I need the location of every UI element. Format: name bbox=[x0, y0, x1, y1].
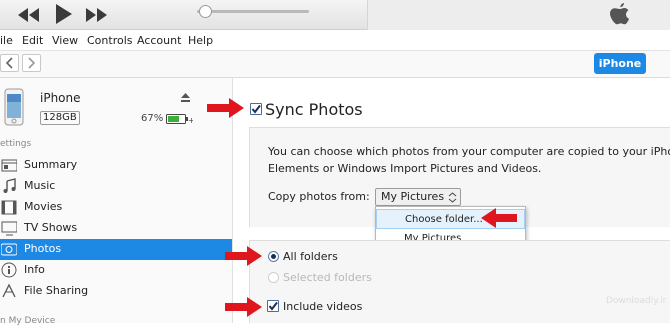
battery-charging-icon: + bbox=[166, 114, 193, 125]
sidebar-item-tv-shows[interactable]: TV Shows bbox=[0, 218, 232, 239]
sidebar-item-label: Info bbox=[24, 263, 45, 276]
play-icon[interactable] bbox=[56, 4, 72, 24]
sidebar-item-label: Music bbox=[24, 179, 56, 192]
include-videos-checkbox[interactable] bbox=[267, 300, 279, 312]
red-arrow-icon bbox=[207, 98, 244, 118]
menu-bar: ile Edit View Controls Account Help bbox=[0, 30, 670, 51]
sync-photos-checkbox[interactable] bbox=[250, 103, 262, 115]
sidebar-item-label: File Sharing bbox=[24, 284, 89, 297]
battery-percentage: 67% bbox=[141, 113, 164, 124]
menu-account[interactable]: Account bbox=[137, 34, 181, 47]
chevron-right-icon bbox=[28, 57, 36, 69]
sync-description-line: You can choose which photos from your co… bbox=[268, 145, 670, 158]
menu-file[interactable]: ile bbox=[0, 34, 13, 47]
include-videos-label[interactable]: Include videos bbox=[283, 300, 362, 313]
summary-icon bbox=[1, 159, 17, 172]
sidebar-item-label: Movies bbox=[24, 200, 63, 213]
sidebar-item-info[interactable]: Info bbox=[0, 260, 232, 281]
on-my-device-heading: n My Device bbox=[0, 316, 56, 326]
sidebar-item-file-sharing[interactable]: File Sharing bbox=[0, 281, 232, 302]
device-name: iPhone bbox=[40, 91, 81, 105]
capacity-badge: 128GB bbox=[40, 111, 80, 125]
chevron-left-icon bbox=[5, 57, 13, 69]
sync-photos-label[interactable]: Sync Photos bbox=[265, 100, 363, 119]
sidebar-item-summary[interactable]: Summary bbox=[0, 155, 232, 176]
menu-view[interactable]: View bbox=[52, 34, 78, 47]
file-sharing-icon bbox=[2, 283, 16, 298]
sidebar-item-label: Summary bbox=[24, 158, 78, 171]
radio-dot-icon bbox=[271, 254, 276, 259]
sync-description-line: Elements or Windows Import Pictures and … bbox=[268, 162, 542, 175]
menu-help[interactable]: Help bbox=[188, 34, 213, 47]
red-arrow-icon bbox=[225, 246, 262, 266]
back-button[interactable] bbox=[0, 54, 19, 72]
info-icon bbox=[1, 262, 17, 278]
volume-slider[interactable] bbox=[197, 10, 309, 13]
all-folders-radio[interactable] bbox=[268, 251, 279, 262]
eject-icon[interactable] bbox=[180, 92, 191, 103]
svg-text:+: + bbox=[188, 116, 193, 125]
rewind-icon[interactable] bbox=[18, 8, 40, 22]
watermark: Downloadly.ir bbox=[606, 296, 667, 306]
tv-icon bbox=[1, 221, 17, 236]
sidebar-item-movies[interactable]: Movies bbox=[0, 197, 232, 218]
settings-heading: ettings bbox=[0, 139, 32, 149]
menu-edit[interactable]: Edit bbox=[22, 34, 43, 47]
copy-photos-from-label: Copy photos from: bbox=[268, 190, 370, 203]
now-playing-area bbox=[367, 0, 670, 30]
checkmark-icon bbox=[251, 104, 261, 114]
navigation-bar: iPhone bbox=[0, 51, 670, 78]
selected-folders-label[interactable]: Selected folders bbox=[283, 271, 372, 284]
photos-icon bbox=[1, 243, 17, 256]
forward-button[interactable] bbox=[22, 54, 41, 72]
sidebar-item-label: TV Shows bbox=[24, 221, 78, 234]
red-arrow-icon bbox=[225, 297, 262, 317]
red-arrow-left-icon bbox=[481, 208, 517, 228]
movies-icon bbox=[1, 200, 17, 215]
sidebar: iPhone 128GB 67% + ettings Summary Music… bbox=[0, 78, 233, 326]
volume-slider-thumb[interactable] bbox=[199, 5, 212, 18]
apple-logo-icon bbox=[610, 3, 629, 25]
fast-forward-icon[interactable] bbox=[86, 8, 108, 22]
selected-folders-radio[interactable] bbox=[268, 272, 279, 283]
dropdown-option-label: Choose folder... bbox=[405, 214, 483, 225]
iphone-device-button[interactable]: iPhone bbox=[594, 53, 646, 74]
updown-chevron-icon bbox=[448, 192, 457, 203]
music-icon bbox=[3, 178, 16, 193]
iphone-device-icon bbox=[4, 88, 24, 126]
player-toolbar bbox=[0, 0, 670, 30]
copy-photos-from-select[interactable]: My Pictures bbox=[375, 188, 461, 206]
all-folders-label[interactable]: All folders bbox=[283, 250, 338, 263]
sidebar-item-label: Photos bbox=[24, 242, 62, 255]
menu-controls[interactable]: Controls bbox=[87, 34, 133, 47]
copy-photos-from-value: My Pictures bbox=[381, 190, 445, 203]
sidebar-item-photos[interactable]: Photos bbox=[0, 239, 232, 260]
sidebar-item-music[interactable]: Music bbox=[0, 176, 232, 197]
checkmark-icon bbox=[268, 301, 278, 311]
sync-description: You can choose which photos from your co… bbox=[268, 143, 670, 177]
